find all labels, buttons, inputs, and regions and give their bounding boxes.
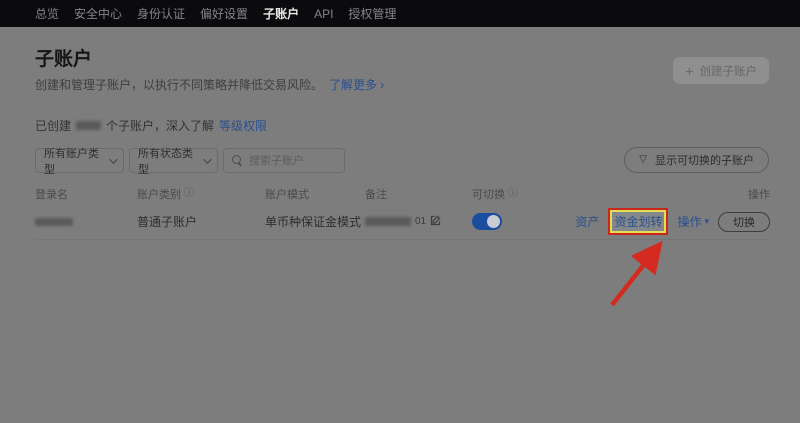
create-subaccount-label: 创建子账户: [700, 63, 758, 79]
nav-item-api[interactable]: API: [314, 7, 333, 21]
header-category-label: 账户类别: [137, 186, 181, 202]
show-switchable-label: 显示可切换的子账户: [655, 152, 754, 168]
chevron-right-icon: ›: [380, 78, 384, 91]
header-account-category: 账户类别 ⓘ: [137, 186, 265, 202]
redacted-remark: [365, 217, 411, 226]
assets-link[interactable]: 资产: [575, 213, 599, 230]
header-actions-label: 操作: [748, 186, 770, 202]
info-icon[interactable]: ⓘ: [184, 189, 194, 199]
remark-visible-text: 01: [415, 216, 426, 227]
switchable-toggle[interactable]: [472, 213, 502, 230]
redacted-subaccount-count: [76, 121, 101, 130]
account-category-value: 普通子账户: [137, 213, 197, 230]
annotation-highlight-box: 资金划转: [608, 208, 668, 235]
subaccount-page: 总览 安全中心 身份认证 偏好设置 子账户 API 授权管理 子账户 创建和管理…: [0, 0, 800, 423]
switch-button[interactable]: 切换: [718, 212, 770, 232]
header-switchable-label: 可切换: [472, 186, 505, 202]
info-icon[interactable]: ⓘ: [508, 189, 518, 199]
nav-item-overview[interactable]: 总览: [35, 5, 59, 22]
created-summary: 已创建 个子账户，深入了解 等级权限: [35, 117, 267, 134]
table-row: 普通子账户 单币种保证金模式 01 资产 资金划转 操作: [35, 204, 770, 240]
account-type-value: 所有账户类型: [44, 145, 109, 177]
header-switchable: 可切换 ⓘ: [472, 186, 562, 202]
search-icon: [232, 155, 243, 166]
page-subtitle: 创建和管理子账户，以执行不同策略并降低交易风险。 了解更多 ›: [35, 76, 384, 93]
status-type-select[interactable]: 所有状态类型: [129, 148, 218, 173]
account-type-select[interactable]: 所有账户类型: [35, 148, 124, 173]
cell-remark: 01: [365, 215, 472, 229]
top-nav: 总览 安全中心 身份认证 偏好设置 子账户 API 授权管理: [0, 0, 800, 27]
search-input[interactable]: [249, 155, 336, 167]
create-subaccount-button[interactable]: + 创建子账户: [673, 57, 769, 84]
header-remark-label: 备注: [365, 186, 387, 202]
nav-item-authorization[interactable]: 授权管理: [348, 5, 396, 22]
header-mode-label: 账户模式: [265, 186, 309, 202]
header-account-mode: 账户模式: [265, 186, 365, 202]
cell-account-category: 普通子账户: [137, 213, 265, 230]
summary-prefix: 已创建: [35, 117, 71, 134]
nav-item-preferences[interactable]: 偏好设置: [200, 5, 248, 22]
tier-permissions-link[interactable]: 等级权限: [219, 117, 267, 134]
chevron-down-icon: [109, 155, 117, 163]
cell-actions: 资产 资金划转 操作 ▾ 切换: [562, 208, 770, 235]
header-login: 登录名: [35, 186, 137, 202]
more-actions-dropdown[interactable]: 操作 ▾: [677, 213, 709, 230]
learn-more-link[interactable]: 了解更多 ›: [329, 76, 384, 93]
cell-switchable: [472, 213, 562, 230]
header-login-label: 登录名: [35, 186, 68, 202]
funnel-icon: ▽: [639, 155, 647, 165]
header-remark: 备注: [365, 186, 472, 202]
caret-down-icon: ▾: [704, 217, 709, 226]
summary-middle: 个子账户，深入了解: [106, 117, 214, 134]
status-type-value: 所有状态类型: [138, 145, 203, 177]
redacted-login-name: [35, 218, 73, 226]
cell-account-mode: 单币种保证金模式: [265, 213, 365, 230]
cell-login: [35, 218, 137, 226]
funds-transfer-link[interactable]: 资金划转: [614, 213, 662, 230]
account-mode-value: 单币种保证金模式: [265, 213, 361, 230]
chevron-down-icon: [203, 155, 211, 163]
learn-more-label: 了解更多: [329, 76, 377, 93]
show-switchable-filter-button[interactable]: ▽ 显示可切换的子账户: [624, 147, 769, 173]
edit-remark-icon[interactable]: [430, 215, 441, 229]
subaccount-search-box: [223, 148, 345, 173]
more-actions-label: 操作: [677, 213, 701, 230]
subtitle-text: 创建和管理子账户，以执行不同策略并降低交易风险。: [35, 76, 323, 93]
nav-item-identity-verification[interactable]: 身份认证: [137, 5, 185, 22]
page-title: 子账户: [35, 44, 92, 71]
annotation-arrow: [585, 236, 685, 321]
nav-item-security-center[interactable]: 安全中心: [74, 5, 122, 22]
toggle-knob: [487, 215, 500, 228]
plus-icon: +: [685, 64, 693, 78]
table-header: 登录名 账户类别 ⓘ 账户模式 备注 可切换 ⓘ 操作: [35, 186, 770, 202]
header-actions: 操作: [562, 186, 770, 202]
nav-item-subaccounts[interactable]: 子账户: [263, 5, 299, 22]
